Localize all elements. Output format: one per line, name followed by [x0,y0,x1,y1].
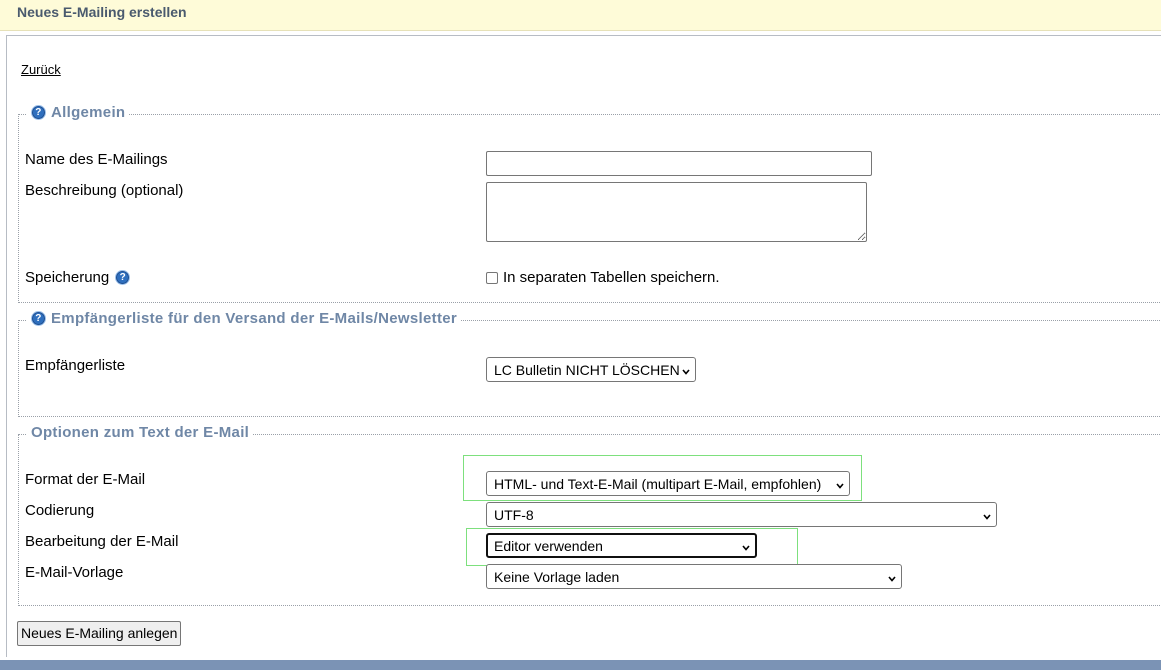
format-select[interactable]: HTML- und Text-E-Mail (multipart E-Mail,… [486,471,850,496]
section-text-options-legend: Optionen zum Text der E-Mail [27,424,254,441]
description-textarea[interactable] [486,182,867,242]
create-mailing-button[interactable]: Neues E-Mailing anlegen [17,621,182,646]
help-icon[interactable]: ? [31,105,46,120]
encoding-select[interactable]: UTF-8 [486,502,997,527]
name-input[interactable] [486,151,872,176]
recipient-list-label: Empfängerliste [25,357,126,374]
format-value: HTML- und Text-E-Mail (multipart E-Mail,… [494,475,822,492]
chevron-down-icon [742,544,750,551]
encoding-value: UTF-8 [494,506,534,523]
chevron-down-icon [682,368,690,375]
section-text-options-title: Optionen zum Text der E-Mail [31,424,250,441]
separate-tables-checkbox-label: In separaten Tabellen speichern. [503,269,720,286]
section-recipients-title: Empfängerliste für den Versand der E-Mai… [51,310,458,327]
section-recipients-legend: ? Empfängerliste für den Versand der E-M… [27,310,462,327]
editing-label: Bearbeitung der E-Mail [25,533,179,550]
chevron-down-icon [836,482,844,489]
recipient-list-value: LC Bulletin NICHT LÖSCHEN [494,361,680,378]
format-label: Format der E-Mail [25,471,146,488]
section-general-title: Allgemein [51,104,126,121]
storage-label-row: Speicherung ? [25,269,131,286]
template-value: Keine Vorlage laden [494,568,620,585]
back-link[interactable]: Zurück [21,62,61,77]
editing-value: Editor verwenden [494,537,603,554]
chevron-down-icon [888,575,896,582]
page-title: Neues E-Mailing erstellen [17,4,187,20]
help-icon[interactable]: ? [31,311,46,326]
section-general-legend: ? Allgemein [27,104,130,121]
template-select[interactable]: Keine Vorlage laden [486,564,902,589]
editing-select[interactable]: Editor verwenden [486,533,757,558]
name-label: Name des E-Mailings [25,151,168,168]
help-icon[interactable]: ? [115,270,131,285]
storage-label: Speicherung [25,269,110,286]
page-header: Neues E-Mailing erstellen [0,0,1161,31]
description-label: Beschreibung (optional) [25,182,184,199]
separate-tables-checkbox[interactable] [486,271,498,284]
chevron-down-icon [983,513,991,520]
footer-bar [0,660,1161,670]
recipient-list-select[interactable]: LC Bulletin NICHT LÖSCHEN [486,357,696,382]
template-label: E-Mail-Vorlage [25,564,124,581]
encoding-label: Codierung [25,502,95,519]
storage-checkbox-row: In separaten Tabellen speichern. [486,269,720,286]
